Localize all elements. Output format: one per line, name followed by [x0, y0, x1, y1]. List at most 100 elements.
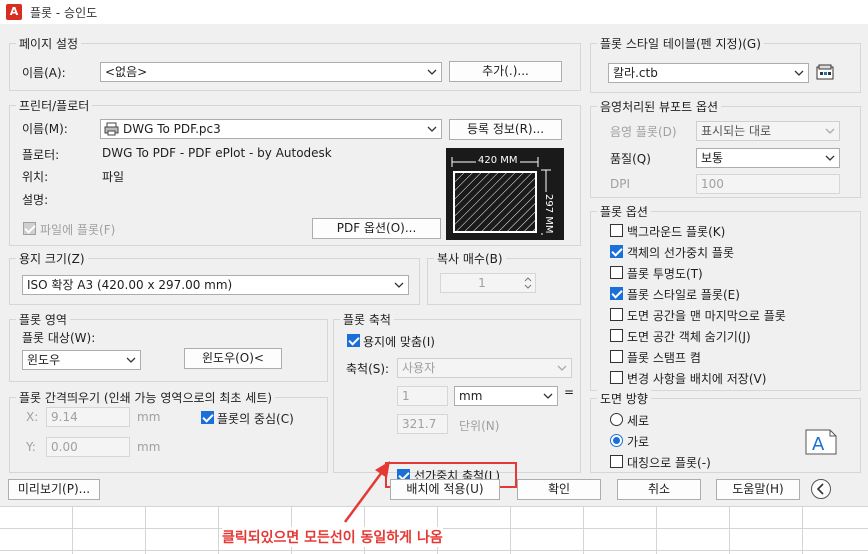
- paper-size-group: 용지 크기(Z) ISO 확장 A3 (420.00 x 297.00 mm): [9, 250, 420, 305]
- plot-with-styles-checkbox[interactable]: [610, 287, 623, 300]
- plot-dialog: 페이지 설정 이름(A): <없음> 추가(.)... 프린터/플로터 이름(M…: [0, 24, 868, 506]
- plot-options-group: 플롯 옵션 백그라운드 플롯(K) 객체의 선가중치 플롯 플롯 투명도(T) …: [590, 203, 861, 391]
- fit-to-paper-checkbox[interactable]: [347, 334, 360, 347]
- pdf-options-button[interactable]: PDF 옵션(O)...: [312, 218, 441, 239]
- chevron-down-icon: [794, 70, 804, 76]
- plot-options-legend: 플롯 옵션: [597, 203, 651, 220]
- plot-scale-legend: 플롯 축척: [340, 311, 394, 328]
- title-bar: A 플롯 - 승인도: [0, 0, 868, 24]
- edit-plot-style-button[interactable]: [815, 63, 835, 83]
- plot-what-value: 윈도우: [27, 353, 61, 367]
- chevron-down-icon: [394, 282, 404, 288]
- plot-object-lineweights-label: 객체의 선가중치 플롯: [627, 246, 734, 260]
- landscape-radio[interactable]: [610, 434, 623, 447]
- scale-value2-input[interactable]: 321.7: [397, 414, 448, 434]
- scale-combo[interactable]: 사용자: [397, 358, 572, 378]
- plot-stamp-checkbox[interactable]: [610, 350, 623, 363]
- upside-down-checkbox[interactable]: [610, 455, 623, 468]
- plot-style-table-legend: 플롯 스타일 테이블(펜 지정)(G): [597, 35, 764, 52]
- plot-to-file-checkbox[interactable]: [23, 222, 36, 235]
- shade-plot-value: 표시되는 대로: [701, 124, 772, 138]
- offset-y-label: Y:: [26, 440, 36, 454]
- chevron-down-icon: [557, 365, 567, 371]
- portrait-radio[interactable]: [610, 413, 623, 426]
- plot-style-table-group: 플롯 스타일 테이블(펜 지정)(G) 칼라.ctb: [590, 35, 861, 93]
- paper-size-combo[interactable]: ISO 확장 A3 (420.00 x 297.00 mm): [22, 275, 409, 295]
- ok-button[interactable]: 확인: [517, 479, 601, 500]
- scale-value1-input[interactable]: 1: [397, 386, 448, 406]
- plot-style-editor-icon: [816, 64, 834, 80]
- plot-area-legend: 플롯 영역: [16, 311, 70, 328]
- plot-style-table-combo[interactable]: 칼라.ctb: [608, 63, 809, 83]
- svg-text:A: A: [812, 434, 825, 455]
- plot-stamp-label: 플롯 스탬프 켬: [627, 351, 701, 365]
- save-changes-checkbox[interactable]: [610, 371, 623, 384]
- plot-area-group: 플롯 영역 플롯 대상(W): 윈도우 윈도우(O)<: [9, 311, 328, 382]
- chevron-down-icon: [126, 357, 136, 363]
- plot-transparency-checkbox[interactable]: [610, 266, 623, 279]
- plot-style-table-value: 칼라.ctb: [613, 66, 658, 80]
- center-plot-checkbox[interactable]: [201, 411, 214, 424]
- page-setup-legend: 페이지 설정: [16, 35, 82, 52]
- plot-with-styles-label: 플롯 스타일로 플롯(E): [627, 288, 740, 302]
- quality-combo[interactable]: 보통: [696, 148, 840, 168]
- shaded-viewport-legend: 음영처리된 뷰포트 옵션: [597, 98, 722, 115]
- copies-value: 1: [478, 276, 486, 290]
- background-plot-label: 백그라운드 플롯(K): [627, 225, 726, 239]
- plot-paperspace-last-checkbox[interactable]: [610, 308, 623, 321]
- printer-icon: [104, 122, 119, 136]
- window-select-button[interactable]: 윈도우(O)<: [184, 348, 282, 369]
- annotation-text: 클릭되있으면 모든선이 동일하게 나옴: [222, 527, 443, 547]
- page-setup-name-value: <없음>: [105, 65, 148, 79]
- paper-preview: 420 MM 297 MM: [446, 148, 564, 240]
- save-changes-label: 변경 사항을 배치에 저장(V): [627, 372, 767, 386]
- hide-paperspace-objects-label: 도면 공간 객체 숨기기(J): [627, 330, 751, 344]
- printer-plotter-group: 프린터/플로터 이름(M): DWG To PDF.pc3 등록 정보(R)..…: [9, 97, 581, 246]
- center-plot-label: 플롯의 중심(C): [217, 412, 294, 426]
- shade-plot-combo[interactable]: 표시되는 대로: [696, 121, 840, 141]
- printer-plotter-legend: 프린터/플로터: [16, 97, 93, 114]
- location-label: 위치:: [22, 170, 49, 184]
- offset-x-label: X:: [26, 410, 39, 424]
- preview-height-label: 297 MM: [543, 192, 554, 236]
- plot-offset-legend: 플롯 간격띄우기 (인쇄 가능 영역으로의 최초 세트): [16, 389, 276, 406]
- printer-name-combo[interactable]: DWG To PDF.pc3: [100, 119, 442, 139]
- orientation-group: 도면 방향 세로 가로 대칭으로 플롯(-) A: [590, 390, 861, 473]
- dpi-input[interactable]: 100: [696, 174, 840, 194]
- quality-label: 품질(Q): [610, 152, 651, 166]
- chevron-down-icon: [825, 128, 835, 134]
- description-label: 설명:: [22, 193, 49, 207]
- cancel-button[interactable]: 취소: [617, 479, 701, 500]
- preview-width-label: 420 MM: [476, 155, 520, 166]
- plot-what-combo[interactable]: 윈도우: [22, 350, 141, 370]
- window-title: 플롯 - 승인도: [30, 6, 98, 20]
- chevron-down-icon: [825, 155, 835, 161]
- offset-x-input[interactable]: 9.14: [46, 407, 130, 427]
- plot-object-lineweights-checkbox[interactable]: [610, 245, 623, 258]
- scale-unit-combo[interactable]: mm: [454, 386, 558, 406]
- plot-to-file-label: 파일에 플롯(F): [40, 223, 116, 237]
- apply-to-layout-button[interactable]: 배치에 적용(U): [390, 479, 500, 500]
- collapse-button[interactable]: [811, 479, 831, 499]
- copies-spinner[interactable]: 1: [440, 273, 536, 293]
- add-page-setup-button[interactable]: 추가(.)...: [449, 61, 562, 82]
- portrait-label: 세로: [627, 414, 650, 428]
- page-setup-name-combo[interactable]: <없음>: [100, 62, 442, 82]
- plotter-value: DWG To PDF - PDF ePlot - by Autodesk: [102, 146, 332, 160]
- hide-paperspace-objects-checkbox[interactable]: [610, 329, 623, 342]
- background-plot-checkbox[interactable]: [610, 224, 623, 237]
- paper-size-value: ISO 확장 A3 (420.00 x 297.00 mm): [27, 278, 233, 292]
- offset-y-input[interactable]: 0.00: [46, 437, 130, 457]
- printer-properties-button[interactable]: 등록 정보(R)...: [449, 119, 562, 140]
- preview-button[interactable]: 미리보기(P)...: [8, 479, 100, 500]
- shaded-viewport-group: 음영처리된 뷰포트 옵션 음영 플롯(D) 표시되는 대로 품질(Q) 보통 D…: [590, 98, 861, 198]
- plot-what-label: 플롯 대상(W):: [22, 331, 96, 345]
- plot-transparency-label: 플롯 투명도(T): [627, 267, 703, 281]
- offset-y-unit: mm: [137, 440, 161, 454]
- printer-name-value: DWG To PDF.pc3: [123, 122, 221, 136]
- scale-value: 사용자: [402, 361, 436, 375]
- printer-name-label: 이름(M):: [22, 122, 68, 136]
- help-button[interactable]: 도움말(H): [716, 479, 800, 500]
- landscape-orientation-icon: A: [805, 429, 837, 455]
- page-setup-name-label: 이름(A):: [22, 66, 66, 80]
